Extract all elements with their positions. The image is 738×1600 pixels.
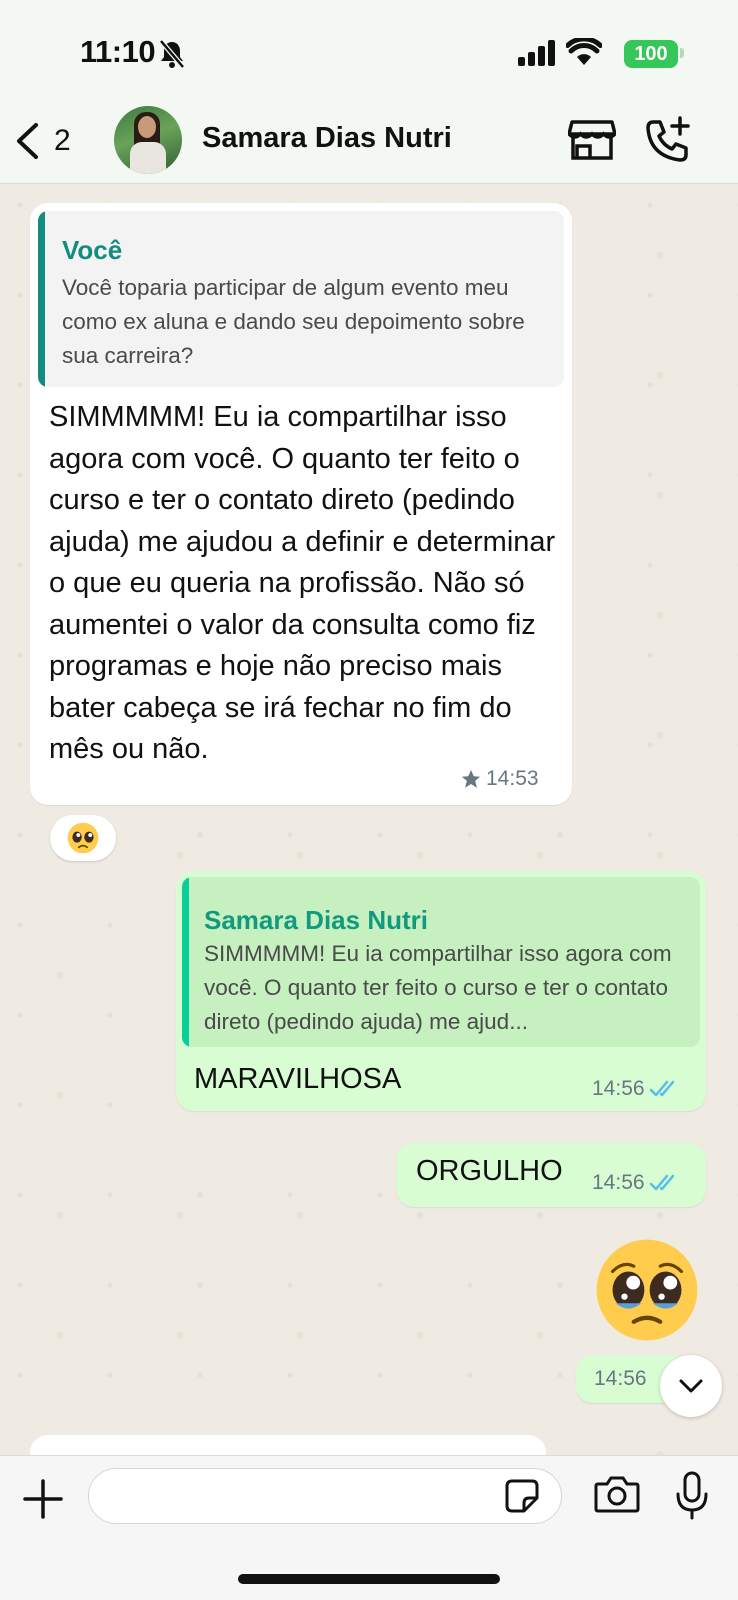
unread-count: 2: [54, 124, 71, 157]
message-time: 14:56: [594, 1367, 647, 1390]
contact-name[interactable]: Samara Dias Nutri: [202, 122, 452, 155]
message-time: 14:56: [592, 1171, 645, 1194]
message-meta: 14:56: [592, 1171, 681, 1195]
battery-tip: [680, 48, 684, 58]
status-time: 11:10: [80, 34, 156, 69]
camera-icon[interactable]: [594, 1474, 640, 1514]
double-check-icon: [649, 1080, 674, 1097]
avatar[interactable]: [114, 106, 182, 174]
star-icon: [461, 769, 481, 788]
reaction-badge[interactable]: [50, 815, 116, 861]
store-icon[interactable]: [568, 118, 616, 160]
chat-header: 2 Samara Dias Nutri: [0, 100, 738, 184]
reply-quote[interactable]: Samara Dias Nutri SIMMMMM! Eu ia compart…: [182, 877, 700, 1047]
pleading-face-emoji[interactable]: [594, 1237, 700, 1343]
reply-quote[interactable]: Você Você toparia participar de algum ev…: [38, 211, 564, 387]
battery-indicator: 100: [624, 40, 678, 68]
quote-text: SIMMMMM! Eu ia compartilhar isso agora c…: [204, 941, 672, 1034]
outgoing-message[interactable]: ORGULHO 14:56: [396, 1143, 706, 1207]
message-time: 14:53: [486, 767, 539, 790]
quote-text: Você toparia participar de algum evento …: [62, 275, 525, 368]
incoming-message[interactable]: Você Você toparia participar de algum ev…: [30, 203, 572, 805]
chat-area[interactable]: Você Você toparia participar de algum ev…: [0, 185, 738, 1455]
outgoing-message[interactable]: Samara Dias Nutri SIMMMMM! Eu ia compart…: [176, 871, 706, 1111]
message-input[interactable]: [88, 1468, 562, 1524]
call-add-icon[interactable]: [644, 116, 692, 164]
back-button[interactable]: 2: [14, 118, 78, 164]
quote-author: Samara Dias Nutri: [204, 905, 428, 935]
status-bar: 11:10 100: [0, 0, 738, 100]
plus-icon[interactable]: [22, 1478, 64, 1520]
chevron-down-icon: [679, 1379, 703, 1393]
chevron-left-icon: [17, 123, 38, 159]
wifi-icon: [566, 38, 602, 65]
scroll-down-button[interactable]: [660, 1355, 722, 1417]
message-time: 14:56: [592, 1077, 645, 1100]
home-indicator: [238, 1574, 500, 1584]
message-text: SIMMMMM! Eu ia compartilhar isso agora c…: [49, 401, 556, 765]
message-text: MARAVILHOSA: [194, 1063, 402, 1095]
pleading-face-icon: [67, 822, 99, 854]
message-meta: 14:53: [460, 767, 539, 791]
bell-muted-icon: [159, 39, 185, 69]
mic-icon[interactable]: [674, 1470, 710, 1522]
signal-icon: [518, 40, 555, 66]
message-meta: 14:56: [592, 1077, 681, 1101]
message-text: ORGULHO: [416, 1155, 563, 1187]
quote-author: Você: [62, 235, 123, 265]
partial-message: [30, 1435, 546, 1455]
sticker-icon[interactable]: [504, 1478, 540, 1514]
double-check-icon: [649, 1174, 674, 1191]
